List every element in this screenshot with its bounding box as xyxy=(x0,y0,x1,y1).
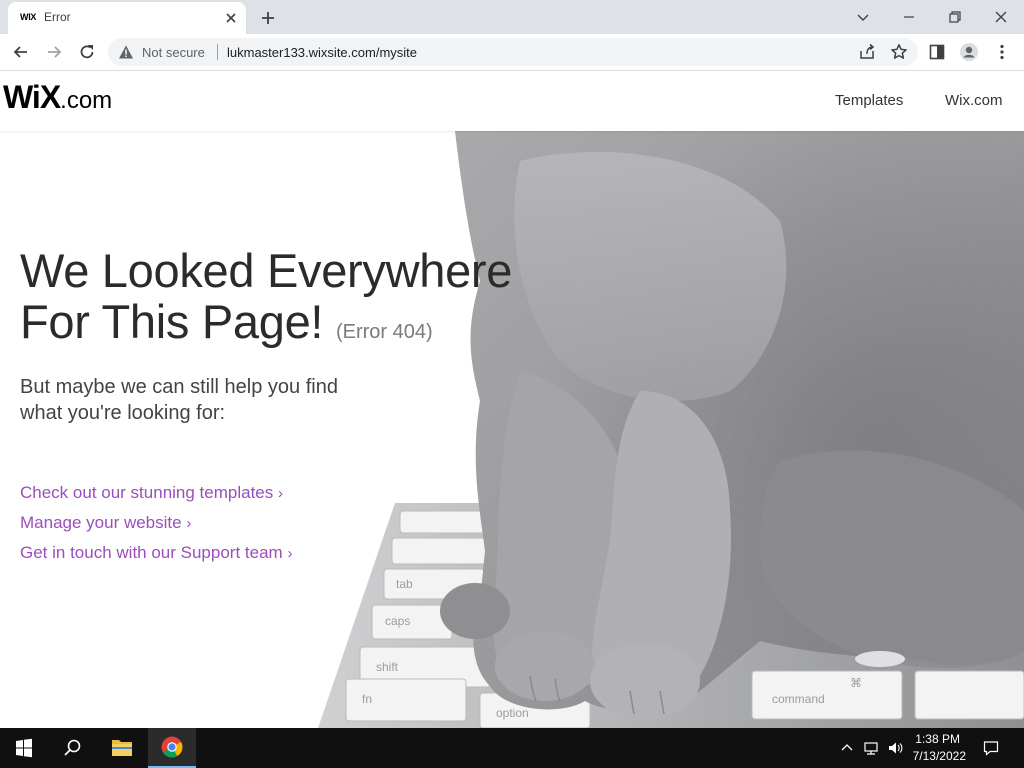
wix-logo[interactable]: WiX.com xyxy=(3,79,112,116)
windows-taskbar: 1:38 PM 7/13/2022 xyxy=(0,728,1024,768)
wix-favicon-icon: WIX xyxy=(20,12,37,22)
address-bar[interactable]: Not secure lukmaster133.wixsite.com/mysi… xyxy=(108,38,918,66)
support-team-link[interactable]: Get in touch with our Support team › xyxy=(20,543,292,563)
back-arrow-icon[interactable] xyxy=(11,42,31,62)
subtext-line-2: what you're looking for: xyxy=(20,402,226,424)
network-icon[interactable] xyxy=(862,739,880,757)
support-team-link-label: Get in touch with our Support team xyxy=(20,543,283,562)
windows-logo-icon[interactable] xyxy=(0,728,48,768)
window-close-icon[interactable] xyxy=(990,6,1012,28)
kebab-menu-icon[interactable] xyxy=(992,42,1012,62)
search-icon[interactable] xyxy=(48,728,96,768)
manage-website-link-label: Manage your website xyxy=(20,513,182,532)
headline-line-2: For This Page! xyxy=(20,295,324,348)
not-secure-label[interactable]: Not secure xyxy=(142,45,205,60)
key-label-command: command xyxy=(772,692,825,706)
chevron-right-icon: › xyxy=(186,515,192,532)
page-headline: We Looked Everywhere For This Page! (Err… xyxy=(20,245,512,358)
cat-on-keyboard-image: tab caps shift fn option command ⌘ xyxy=(0,131,1024,728)
key-label-fn: fn xyxy=(362,692,372,706)
close-icon[interactable] xyxy=(222,9,240,27)
forward-arrow-icon[interactable] xyxy=(44,42,64,62)
keyboard-key xyxy=(914,670,1024,720)
templates-link[interactable]: Check out our stunning templates › xyxy=(20,483,283,503)
restore-icon[interactable] xyxy=(944,6,966,28)
url-divider xyxy=(217,44,218,60)
browser-tab-strip: WIX Error xyxy=(0,0,1024,34)
nav-templates[interactable]: Templates xyxy=(835,92,903,109)
key-label-cmd-symbol: ⌘ xyxy=(850,676,862,690)
subtext-line-1: But maybe we can still help you find xyxy=(20,376,338,398)
nav-wix-com[interactable]: Wix.com xyxy=(945,92,1003,109)
error-page-content: tab caps shift fn option command ⌘ We Lo… xyxy=(0,131,1024,728)
key-label-shift: shift xyxy=(376,660,399,674)
keyboard-key xyxy=(391,537,496,565)
chrome-icon[interactable] xyxy=(148,728,196,768)
templates-link-label: Check out our stunning templates xyxy=(20,483,274,502)
notification-icon[interactable] xyxy=(982,739,1000,757)
reload-icon[interactable] xyxy=(77,42,97,62)
chevron-right-icon: › xyxy=(278,485,283,502)
caret-up-icon[interactable] xyxy=(838,739,856,757)
plus-icon[interactable] xyxy=(258,8,278,28)
folder-icon[interactable] xyxy=(98,728,146,768)
keyboard-key xyxy=(371,604,453,640)
headline-line-1: We Looked Everywhere xyxy=(20,244,513,297)
browser-tab-error[interactable]: WIX Error xyxy=(8,2,246,34)
error-code: (Error 404) xyxy=(335,321,433,343)
url-text[interactable]: lukmaster133.wixsite.com/mysite xyxy=(227,45,417,60)
key-label-tab: tab xyxy=(396,577,413,591)
key-label-option: option xyxy=(496,706,529,720)
browser-toolbar: Not secure lukmaster133.wixsite.com/mysi… xyxy=(0,34,1024,71)
tab-title: Error xyxy=(44,10,71,24)
chevron-right-icon: › xyxy=(287,545,293,562)
wix-header: WiX.com Templates Wix.com xyxy=(0,71,1024,131)
profile-icon[interactable] xyxy=(959,42,979,62)
wix-logo-suffix: .com xyxy=(60,87,113,114)
wix-logo-main: WiX xyxy=(3,79,61,115)
clock-date[interactable]: 7/13/2022 xyxy=(913,749,966,763)
side-panel-icon[interactable] xyxy=(927,42,947,62)
volume-icon[interactable] xyxy=(886,739,904,757)
clock-time[interactable]: 1:38 PM xyxy=(915,732,960,746)
manage-website-link[interactable]: Manage your website › xyxy=(20,513,191,533)
help-subtext: But maybe we can still help you find wha… xyxy=(20,374,338,426)
share-icon[interactable] xyxy=(858,43,876,61)
key-label-caps: caps xyxy=(385,614,410,628)
warning-icon[interactable] xyxy=(118,44,134,60)
minimize-icon[interactable] xyxy=(898,6,920,28)
star-icon[interactable] xyxy=(890,43,908,61)
chevron-down-icon[interactable] xyxy=(852,6,874,28)
